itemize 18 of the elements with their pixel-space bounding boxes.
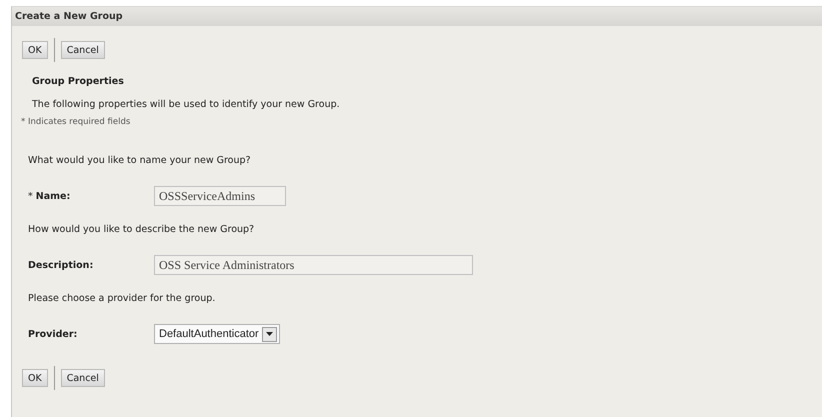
caret-icon: [266, 332, 273, 336]
cancel-button[interactable]: Cancel: [60, 369, 105, 387]
field-prompt: Please choose a provider for the group.: [28, 293, 216, 304]
provider-dropdown[interactable]: DefaultAuthenticator: [154, 324, 280, 344]
section-heading: Group Properties: [32, 76, 125, 87]
required-note: * Indicates required fields: [21, 117, 132, 127]
field-label: Provider:: [28, 328, 78, 340]
input-field[interactable]: OSS Service Administrators: [154, 255, 473, 275]
field-label: Description:: [28, 260, 94, 270]
intro-text: The following properties will be used to identify your new Group.: [32, 99, 341, 110]
cancel-button[interactable]: Cancel: [60, 41, 105, 59]
ok-button[interactable]: OK: [22, 369, 48, 387]
field-prompt: What would you like to name your new Group?: [28, 155, 252, 166]
panel-title: Create a New Group: [15, 11, 123, 22]
input-field[interactable]: OSSServiceAdmins: [154, 186, 286, 206]
field-prompt: How would you like to describe the new Group?: [28, 224, 256, 235]
ok-button[interactable]: OK: [22, 41, 48, 59]
field-label: * Name:: [28, 190, 72, 202]
